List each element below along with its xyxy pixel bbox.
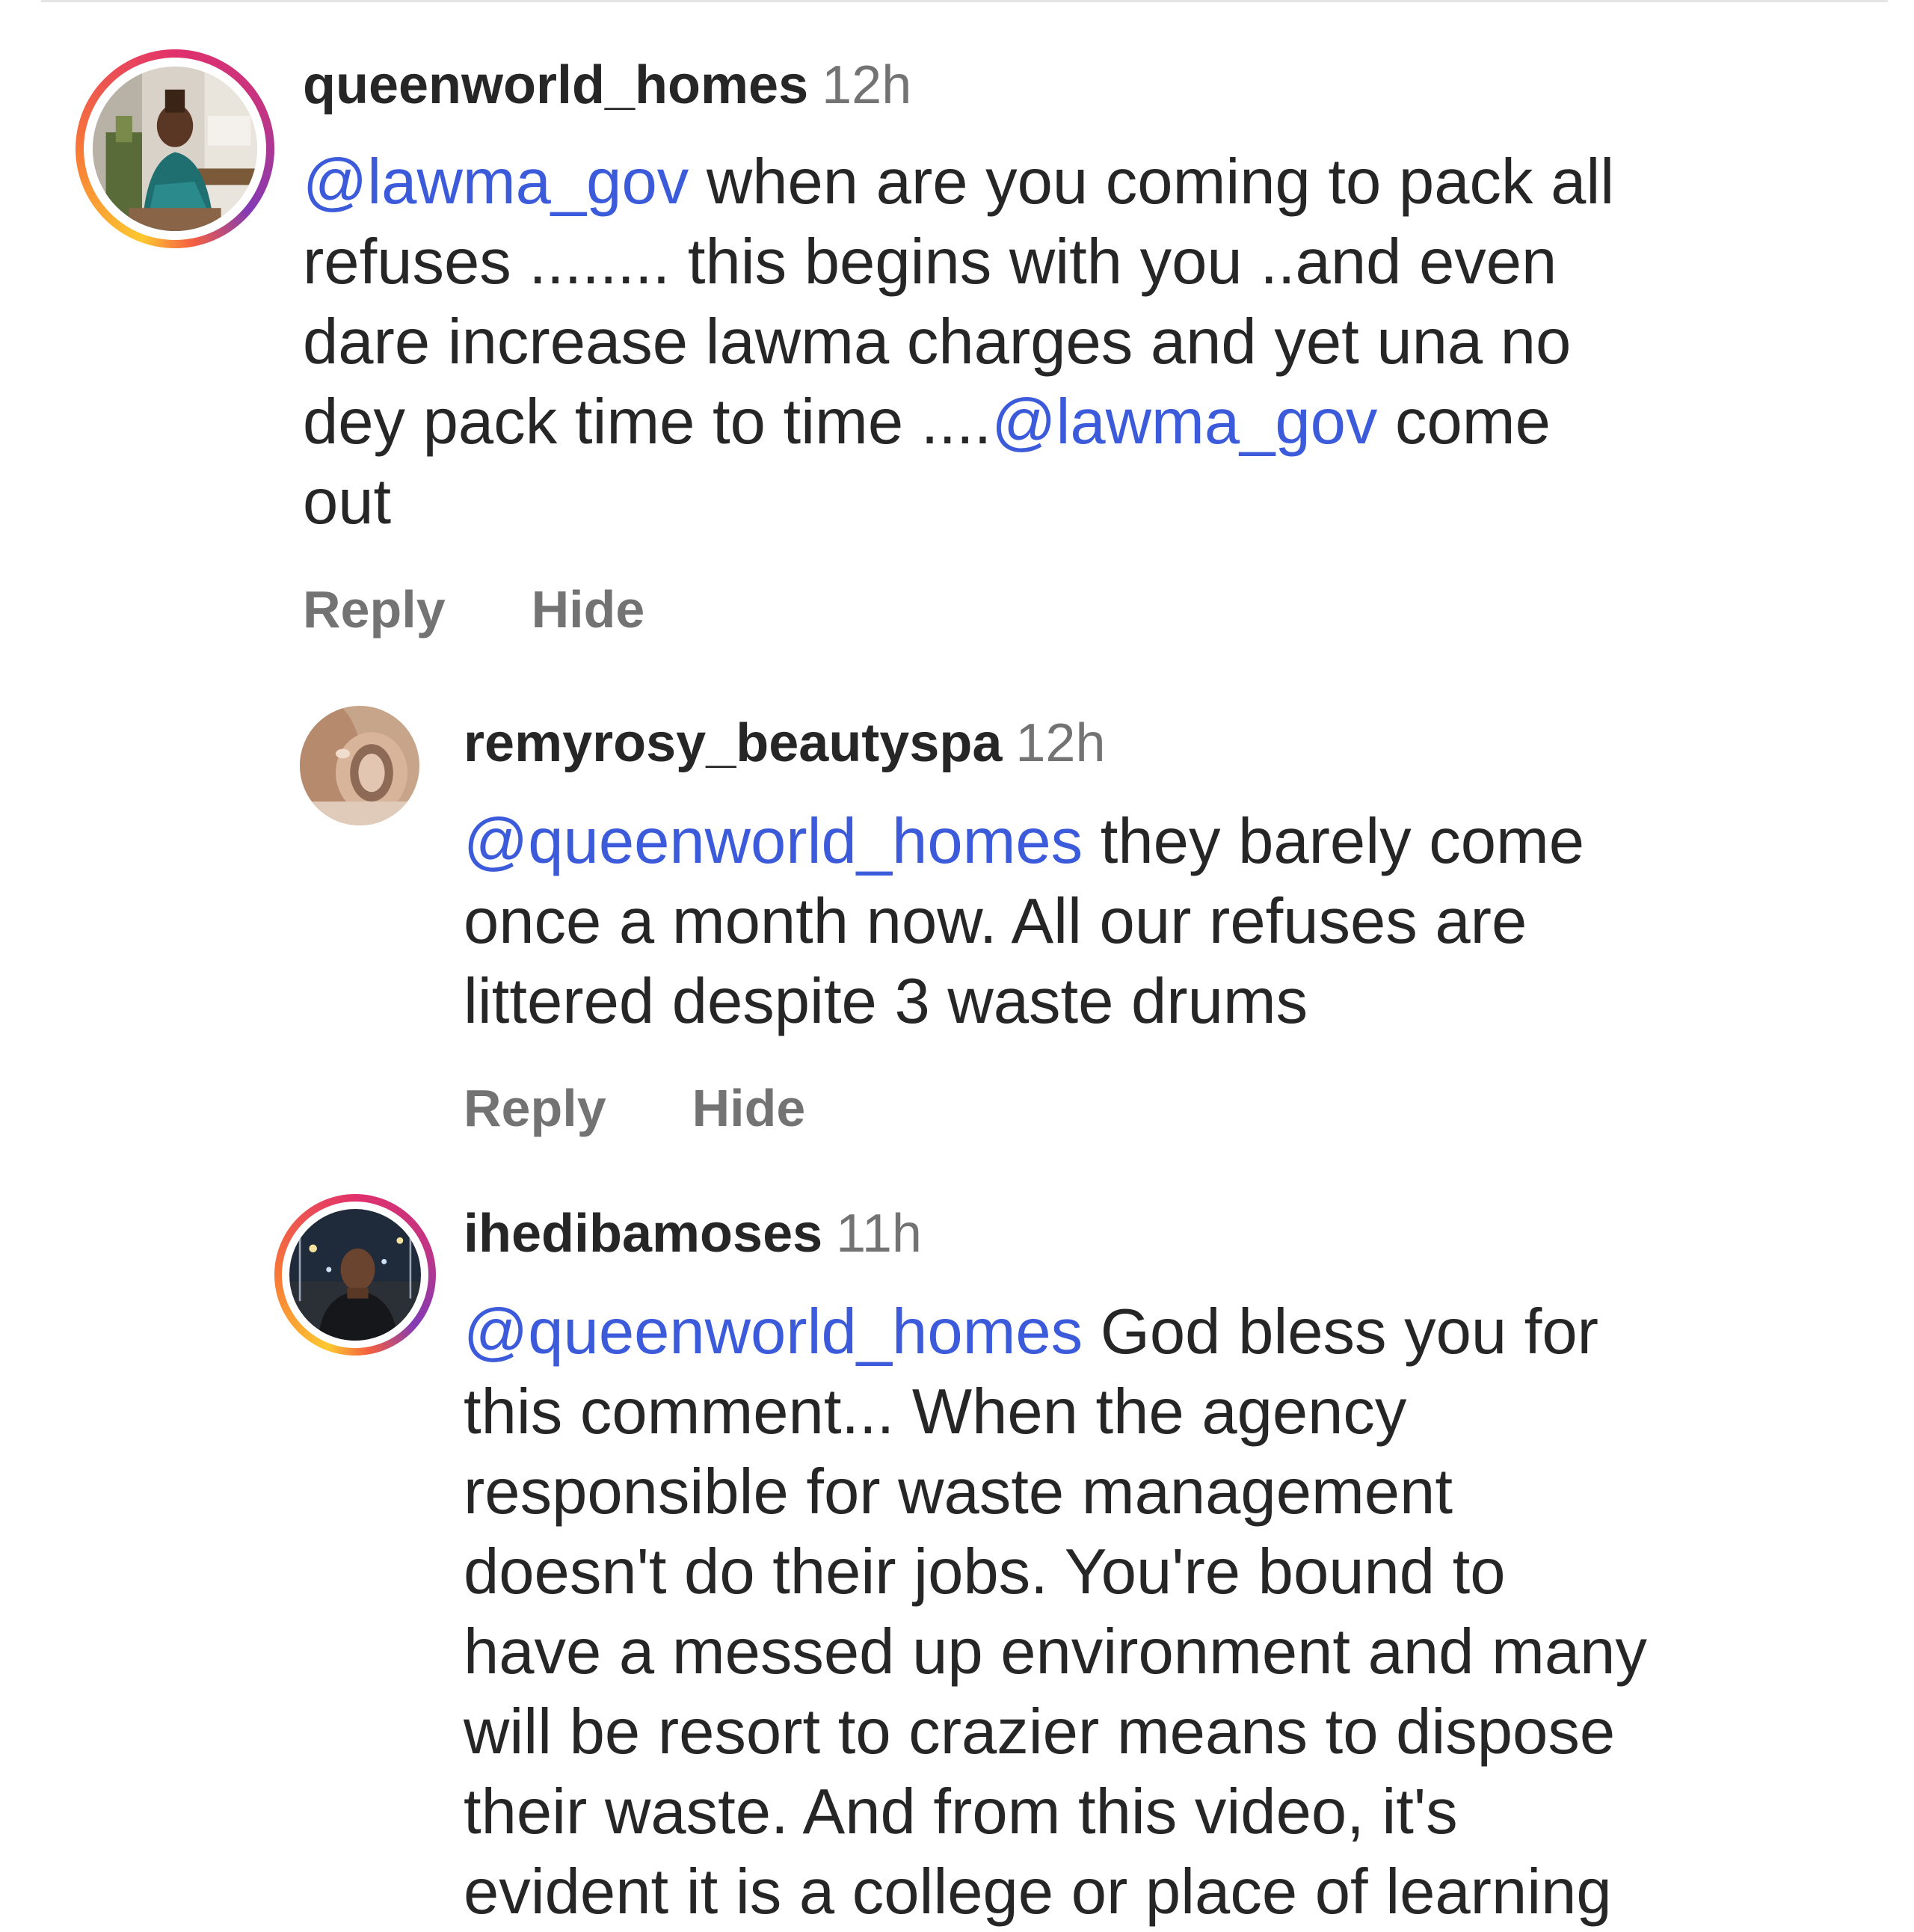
- username[interactable]: queenworld_homes: [303, 55, 808, 115]
- comment-text-segment: this comment... When the agency: [464, 1376, 1407, 1448]
- comment-text-segment: doesn't do their jobs. You're bound to: [464, 1536, 1506, 1608]
- comment-text-segment: God bless you for: [1083, 1296, 1598, 1368]
- comment-line: @lawma_gov when are you coming to pack a…: [303, 142, 1614, 222]
- timestamp: 11h: [836, 1204, 922, 1264]
- avatar-story-ring[interactable]: [274, 1194, 436, 1356]
- comment-line: responsible for waste management: [464, 1452, 1647, 1532]
- hide-button[interactable]: Hide: [692, 1082, 806, 1134]
- comment-line: littered despite 3 waste drums: [464, 962, 1584, 1042]
- comment-text-segment: responsible for waste management: [464, 1456, 1453, 1528]
- comment-text-segment: out: [303, 467, 392, 538]
- comment-line: have a messed up environment and many: [464, 1612, 1647, 1692]
- comment-line: dey pack time to time ....@lawma_gov com…: [303, 382, 1614, 462]
- username[interactable]: remyrosy_beautyspa: [464, 713, 1002, 773]
- mention-link[interactable]: @queenworld_homes: [464, 806, 1083, 877]
- comment-text-segment: have a messed up environment and many: [464, 1616, 1647, 1688]
- comment-header: ihedibamoses 11h: [464, 1207, 922, 1261]
- comment-header: queenworld_homes 12h: [303, 58, 911, 112]
- comment-text-segment: dare increase lawma charges and yet una …: [303, 307, 1572, 378]
- username[interactable]: ihedibamoses: [464, 1204, 822, 1264]
- comment-text-segment: they barely come: [1083, 806, 1585, 877]
- comment-line: doesn't do their jobs. You're bound to: [464, 1532, 1647, 1612]
- timestamp: 12h: [822, 55, 912, 115]
- comment-text: @queenworld_homes they barely come once a…: [464, 802, 1584, 1042]
- comment-text-segment: dey pack time to time ....: [303, 387, 992, 458]
- mention-link[interactable]: @lawma_gov: [303, 147, 689, 218]
- comment-line: out: [303, 462, 1614, 542]
- avatar: [93, 67, 257, 231]
- comment-text-segment: their waste. And from this video, it's: [464, 1776, 1458, 1848]
- mention-link[interactable]: @lawma_gov: [991, 387, 1377, 458]
- reply-button[interactable]: Reply: [464, 1082, 606, 1134]
- comment-text-segment: evident it is a college or place of lear…: [464, 1856, 1612, 1928]
- avatar[interactable]: [300, 706, 419, 825]
- reply-button[interactable]: Reply: [303, 583, 446, 636]
- avatar: [289, 1209, 421, 1341]
- comment-line: @queenworld_homes God bless you for: [464, 1292, 1647, 1372]
- comment-text-segment: refuses ........ this begins with you ..…: [303, 227, 1557, 298]
- comment-line: @queenworld_homes they barely come: [464, 802, 1584, 882]
- comment-text-segment: will be resort to crazier means to dispo…: [464, 1696, 1616, 1768]
- comment-line: refuses ........ this begins with you ..…: [303, 222, 1614, 302]
- comment-line: this comment... When the agency: [464, 1372, 1647, 1452]
- hide-button[interactable]: Hide: [532, 583, 645, 636]
- mention-link[interactable]: @queenworld_homes: [464, 1296, 1083, 1368]
- comment-line: dare increase lawma charges and yet una …: [303, 302, 1614, 382]
- avatar-story-ring[interactable]: [76, 49, 274, 248]
- comment-line: once a month now. All our refuses are: [464, 882, 1584, 962]
- comment-line: will be resort to crazier means to dispo…: [464, 1692, 1647, 1772]
- comment-line: evident it is a college or place of lear…: [464, 1852, 1647, 1932]
- timestamp: 12h: [1015, 713, 1106, 773]
- comment-text-segment: once a month now. All our refuses are: [464, 886, 1527, 957]
- comment-actions: Reply Hide: [303, 583, 644, 636]
- comment-text: @queenworld_homes God bless you for this …: [464, 1292, 1647, 1932]
- comment-actions: Reply Hide: [464, 1082, 805, 1134]
- comment-text-segment: come: [1377, 387, 1551, 458]
- comment-text-segment: littered despite 3 waste drums: [464, 966, 1308, 1037]
- divider: [41, 0, 1888, 2]
- comment-line: their waste. And from this video, it's: [464, 1772, 1647, 1852]
- comment-header: remyrosy_beautyspa 12h: [464, 716, 1106, 770]
- comment-text-segment: when are you coming to pack all: [689, 147, 1615, 218]
- comment-text: @lawma_gov when are you coming to pack a…: [303, 142, 1614, 542]
